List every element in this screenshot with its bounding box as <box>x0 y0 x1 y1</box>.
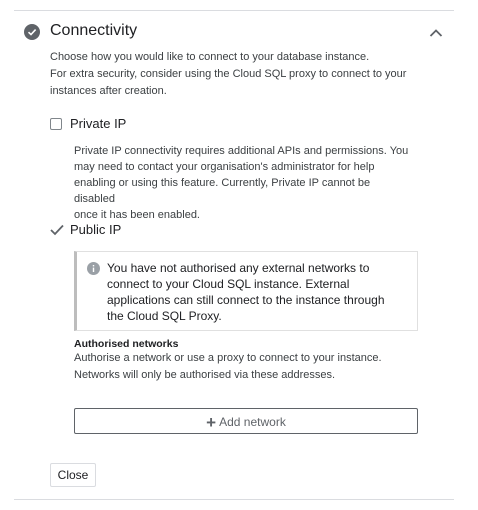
bottom-divider <box>14 499 454 500</box>
description-line: Private IP connectivity requires additio… <box>74 145 409 157</box>
plus-icon: + <box>206 413 217 432</box>
private-ip-checkbox[interactable] <box>50 118 62 130</box>
top-divider <box>14 10 454 11</box>
info-icon <box>87 262 100 280</box>
checkmark-icon <box>50 224 64 236</box>
add-network-label: Add network <box>219 415 286 429</box>
close-button[interactable]: Close <box>50 463 96 487</box>
add-network-button[interactable]: + Add network <box>74 408 418 434</box>
check-circle-icon <box>24 24 40 40</box>
description-line: Networks will only be authorised via the… <box>74 369 336 381</box>
description-line: Authorise a network or use a proxy to co… <box>74 352 382 364</box>
description-line: Choose how you would like to connect to … <box>50 51 370 63</box>
description-line: may need to contact your organisation's … <box>74 161 375 173</box>
info-line: connect to your Cloud SQL instance. Exte… <box>107 277 350 291</box>
description-line: instances after creation. <box>50 85 167 97</box>
info-box: You have not authorised any external net… <box>74 251 418 331</box>
section-title: Connectivity <box>50 22 138 39</box>
private-ip-label[interactable]: Private IP <box>70 116 126 131</box>
description-line: enabling or using this feature. Currentl… <box>74 177 371 205</box>
info-line: the Cloud SQL Proxy. <box>107 309 222 323</box>
chevron-up-icon[interactable] <box>429 25 443 43</box>
section-description: Choose how you would like to connect to … <box>50 49 410 100</box>
authorised-networks-title: Authorised networks <box>74 338 179 350</box>
description-line: For extra security, consider using the C… <box>50 68 407 80</box>
info-line: You have not authorised any external net… <box>107 261 370 275</box>
info-message: You have not authorised any external net… <box>107 260 407 324</box>
public-ip-checkbox[interactable] <box>50 223 64 236</box>
description-line: once it has been enabled. <box>74 209 200 221</box>
connectivity-header[interactable]: Connectivity <box>0 22 478 42</box>
authorised-networks-description: Authorise a network or use a proxy to co… <box>74 350 414 384</box>
public-ip-label[interactable]: Public IP <box>70 222 121 237</box>
info-line: applications can still connect to the in… <box>107 293 385 307</box>
private-ip-description: Private IP connectivity requires additio… <box>74 143 414 223</box>
